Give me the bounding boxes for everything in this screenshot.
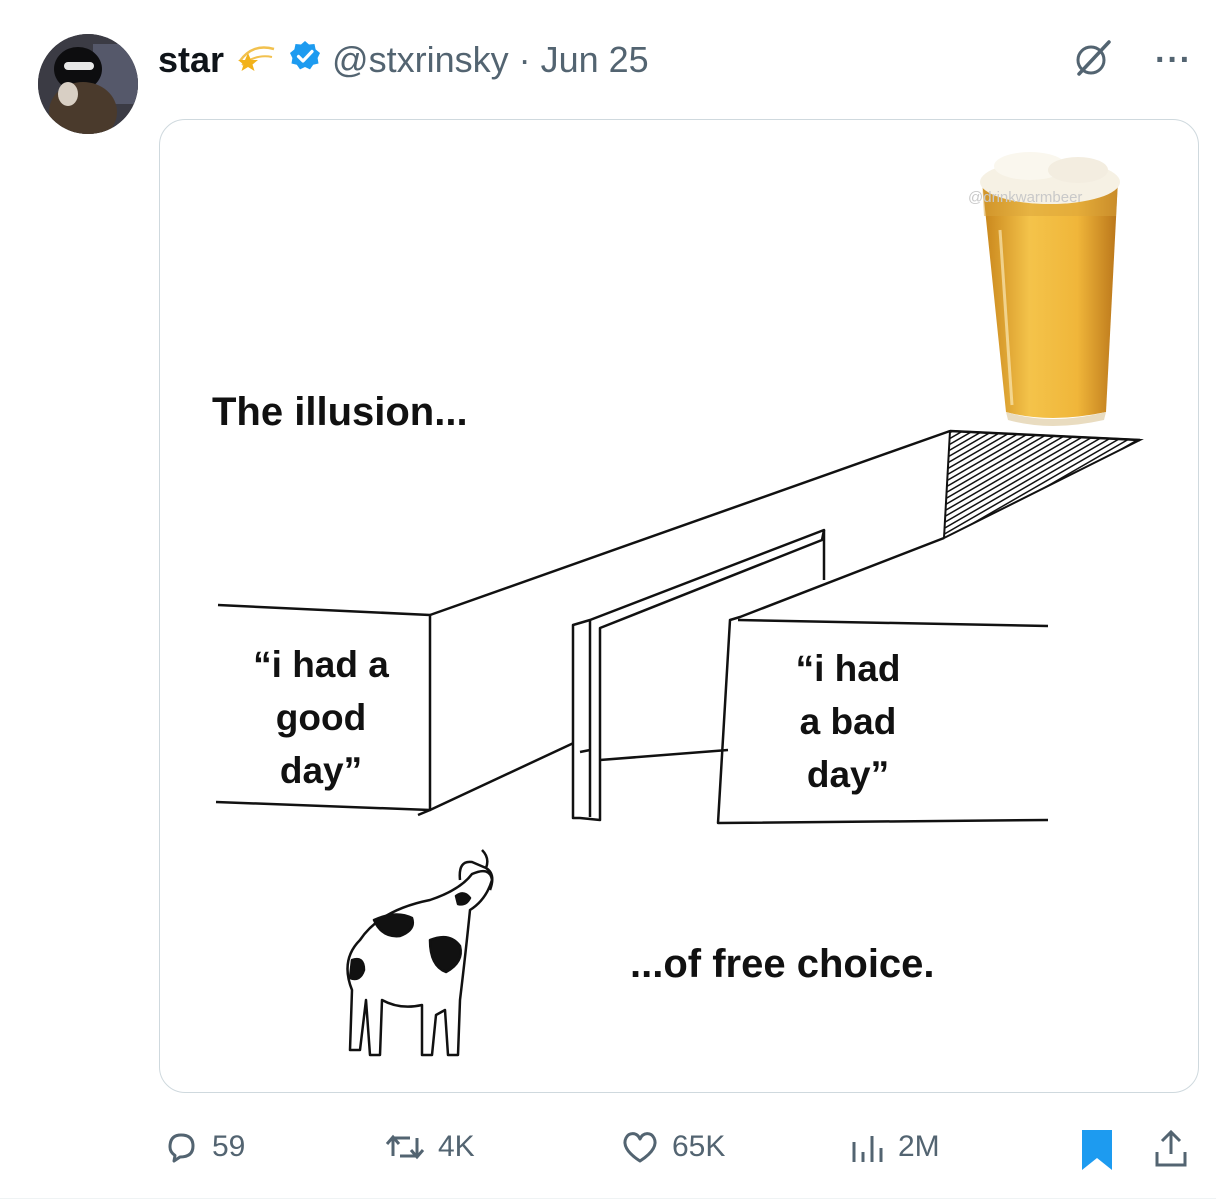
reply-button[interactable]: 59 — [162, 1128, 245, 1166]
repost-count: 4K — [438, 1130, 475, 1163]
verified-badge-icon[interactable] — [288, 39, 322, 82]
left-label-line3: day” — [279, 750, 363, 791]
heart-icon — [623, 1132, 657, 1163]
views-count: 2M — [898, 1130, 940, 1163]
tweet-header: star @stxrinsky · Jun 25 — [158, 36, 649, 84]
separator-dot: · — [518, 39, 531, 80]
avatar[interactable] — [38, 34, 138, 134]
user-handle[interactable]: @stxrinsky — [332, 39, 509, 81]
tweet-date[interactable]: Jun 25 — [541, 39, 649, 81]
tweet-action-bar: 59 4K 65K 2M — [0, 1120, 1216, 1180]
right-label-line2: a bad — [799, 701, 897, 742]
bookmark-button[interactable] — [1078, 1128, 1116, 1172]
watermark: @drinkwarmbeer — [968, 189, 1083, 206]
left-label-line2: good — [275, 697, 367, 738]
bookmark-filled-icon — [1082, 1130, 1112, 1170]
more-options-button[interactable]: ··· — [1155, 41, 1192, 80]
display-name[interactable]: star — [158, 39, 224, 81]
grok-icon[interactable] — [1071, 36, 1115, 85]
shooting-star-icon — [234, 39, 278, 82]
right-label: “i had a bad day” — [748, 642, 948, 801]
views-chart-icon — [852, 1136, 883, 1162]
right-label-line1: “i had — [795, 648, 901, 689]
meme-caption: ...of free choice. — [630, 942, 935, 986]
divider — [0, 1198, 1216, 1199]
tweet-media-image[interactable]: @drinkwarmbeer The illusion... “i had a … — [159, 119, 1199, 1093]
like-button[interactable]: 65K — [620, 1128, 725, 1166]
like-count: 65K — [672, 1130, 726, 1163]
reply-count: 59 — [212, 1130, 246, 1163]
reply-icon — [168, 1133, 195, 1163]
repost-button[interactable]: 4K — [384, 1128, 475, 1166]
share-button[interactable] — [1152, 1128, 1190, 1170]
repost-icon — [385, 1134, 425, 1160]
meme-title: The illusion... — [212, 390, 468, 434]
views-button[interactable]: 2M — [850, 1128, 940, 1166]
cow-illustration — [346, 849, 494, 1057]
right-label-line3: day” — [806, 754, 890, 795]
left-label-line1: “i had a — [253, 644, 389, 685]
left-label: “i had a good day” — [216, 638, 426, 797]
share-icon — [1155, 1129, 1187, 1167]
